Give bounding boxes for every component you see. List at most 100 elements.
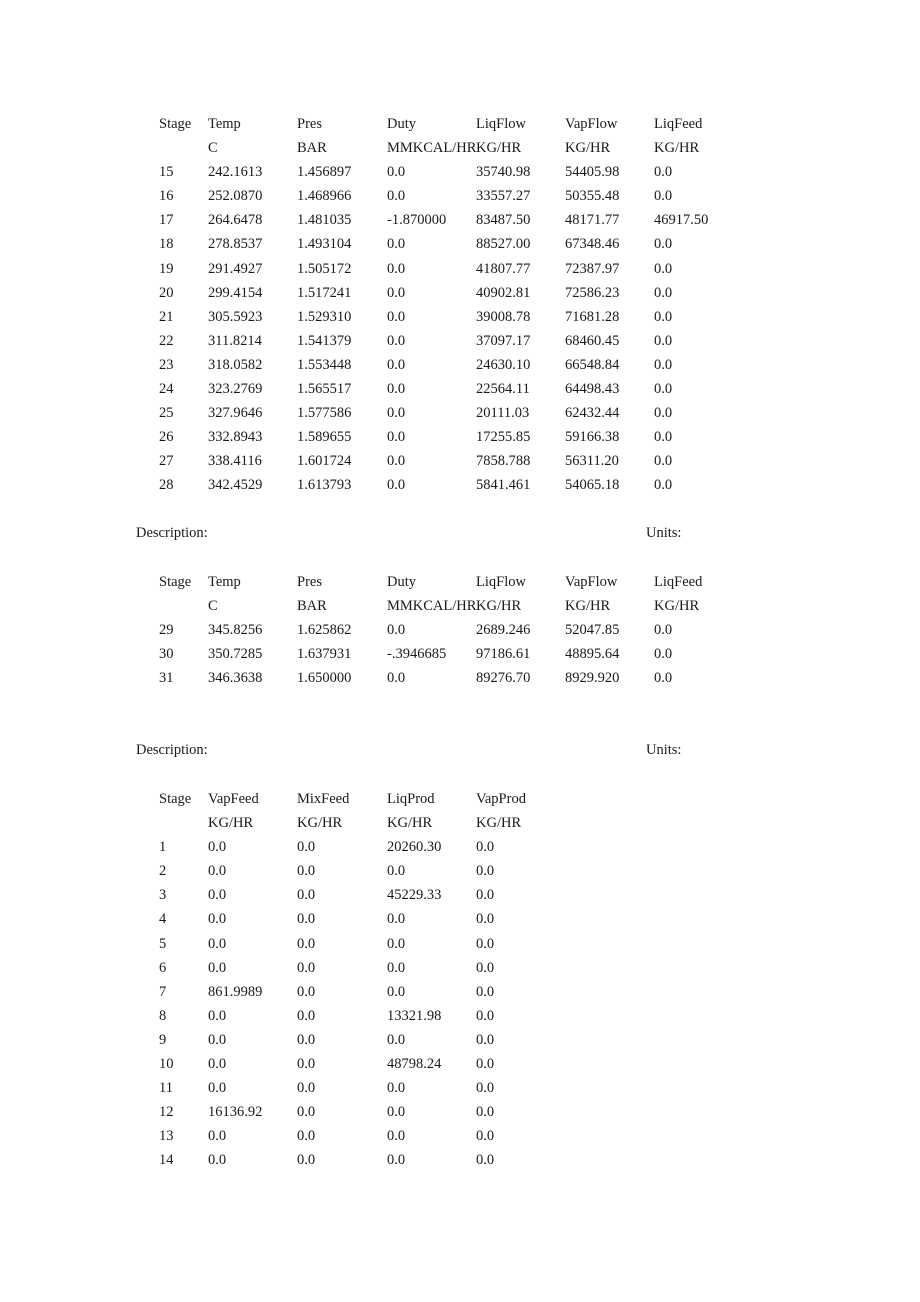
cell-stage: 8 xyxy=(159,1007,167,1024)
cell-duty: Duty xyxy=(387,574,416,590)
cell-temp: C xyxy=(208,598,218,615)
cell-vapflow: 66548.84 xyxy=(565,356,620,373)
cell-duty: 0.0 xyxy=(387,670,406,687)
cell-liqfeed: 0.0 xyxy=(654,453,673,470)
cell-vapfeed: VapFeed xyxy=(208,791,259,807)
cell-liqflow: 40902.81 xyxy=(476,284,531,301)
cell-mixfeed: 0.0 xyxy=(297,839,316,856)
cell-mixfeed: 0.0 xyxy=(297,1056,316,1073)
cell-temp: 332.8943 xyxy=(208,429,263,446)
cell-liqfeed: 46917.50 xyxy=(654,212,709,229)
cell-pres: BAR xyxy=(297,598,327,615)
cell-duty: 0.0 xyxy=(387,164,406,181)
cell-duty: 0.0 xyxy=(387,622,406,639)
cell-liqfeed: 0.0 xyxy=(654,477,673,494)
cell-mixfeed: MixFeed xyxy=(297,791,350,807)
cell-liqprod: 0.0 xyxy=(387,1031,406,1048)
cell-duty: MMKCAL/HR xyxy=(387,140,477,157)
cell-duty: Duty xyxy=(387,116,416,132)
cell-temp: 305.5923 xyxy=(208,308,263,325)
cell-mixfeed: 0.0 xyxy=(297,1007,316,1024)
cell-stage: 28 xyxy=(159,477,174,494)
cell-vapprod: 0.0 xyxy=(476,935,495,952)
cell-liqprod: 20260.30 xyxy=(387,839,442,856)
cell-pres: 1.493104 xyxy=(297,236,352,253)
cell-duty: 0.0 xyxy=(387,188,406,205)
cell-pres: 1.589655 xyxy=(297,429,352,446)
cell-temp: 323.2769 xyxy=(208,381,263,398)
cell-pres: 1.577586 xyxy=(297,405,352,422)
cell-liqflow: 83487.50 xyxy=(476,212,531,229)
cell-duty: -1.870000 xyxy=(387,212,447,229)
cell-liqprod: 13321.98 xyxy=(387,1007,442,1024)
cell-vapfeed: 0.0 xyxy=(208,1056,227,1073)
cell-temp: 345.8256 xyxy=(208,622,263,639)
cell-stage: 5 xyxy=(159,935,167,952)
cell-mixfeed: 0.0 xyxy=(297,863,316,880)
cell-liqflow: 89276.70 xyxy=(476,670,531,687)
cell-vapfeed: 16136.92 xyxy=(208,1104,263,1121)
cell-stage: 15 xyxy=(159,164,174,181)
cell-vapfeed: 0.0 xyxy=(208,1007,227,1024)
cell-liqflow: 37097.17 xyxy=(476,332,531,349)
cell-vapprod: 0.0 xyxy=(476,1104,495,1121)
cell-liqfeed: 0.0 xyxy=(654,332,673,349)
cell-vapfeed: 0.0 xyxy=(208,887,227,904)
cell-stage: 29 xyxy=(159,622,174,639)
cell-vapprod: VapProd xyxy=(476,791,526,807)
cell-vapflow: VapFlow xyxy=(565,116,618,132)
cell-vapfeed: 0.0 xyxy=(208,935,227,952)
cell-temp: 350.7285 xyxy=(208,646,263,663)
cell-temp: C xyxy=(208,140,218,157)
cell-vapflow: 72586.23 xyxy=(565,284,620,301)
cell-temp: 311.8214 xyxy=(208,332,262,349)
cell-vapflow: 48895.64 xyxy=(565,646,620,663)
cell-liqfeed: 0.0 xyxy=(654,622,673,639)
cell-duty: -.3946685 xyxy=(387,646,447,663)
cell-pres: 1.529310 xyxy=(297,308,352,325)
cell-liqfeed: 0.0 xyxy=(654,188,673,205)
cell-liqfeed: 0.0 xyxy=(654,646,673,663)
cell-stage: 16 xyxy=(159,188,174,205)
cell-liqflow: 5841.461 xyxy=(476,477,531,494)
cell-liqprod: 0.0 xyxy=(387,959,406,976)
cell-liqfeed: 0.0 xyxy=(654,260,673,277)
cell-stage: 14 xyxy=(159,1152,174,1169)
cell-duty: 0.0 xyxy=(387,260,406,277)
cell-vapflow: 64498.43 xyxy=(565,381,620,398)
cell-duty: MMKCAL/HR xyxy=(387,598,477,615)
cell-stage: 3 xyxy=(159,887,167,904)
cell-liqfeed: 0.0 xyxy=(654,164,673,181)
cell-liqfeed: 0.0 xyxy=(654,405,673,422)
cell-liqfeed: KG/HR xyxy=(654,598,700,615)
cell-liqflow: 2689.246 xyxy=(476,622,531,639)
cell-liqprod: 0.0 xyxy=(387,863,406,880)
cell-vapprod: 0.0 xyxy=(476,1056,495,1073)
cell-duty: 0.0 xyxy=(387,332,406,349)
cell-duty: 0.0 xyxy=(387,236,406,253)
cell-vapflow: 8929.920 xyxy=(565,670,620,687)
cell-pres: 1.481035 xyxy=(297,212,352,229)
cell-liqflow: KG/HR xyxy=(476,140,522,157)
cell-stage: 11 xyxy=(159,1080,173,1097)
cell-liqflow: 88527.00 xyxy=(476,236,531,253)
cell-stage: 6 xyxy=(159,959,167,976)
cell-vapfeed: 0.0 xyxy=(208,1080,227,1097)
cell-liqflow: 35740.98 xyxy=(476,164,531,181)
units-label: Units: xyxy=(646,742,682,758)
cell-vapflow: KG/HR xyxy=(565,598,611,615)
cell-temp: 327.9646 xyxy=(208,405,263,422)
cell-vapprod: 0.0 xyxy=(476,1007,495,1024)
cell-duty: 0.0 xyxy=(387,429,406,446)
cell-liqfeed: 0.0 xyxy=(654,236,673,253)
cell-liqfeed: 0.0 xyxy=(654,308,673,325)
cell-vapflow: VapFlow xyxy=(565,574,618,590)
cell-temp: 291.4927 xyxy=(208,260,263,277)
cell-liqprod: 0.0 xyxy=(387,1152,406,1169)
cell-liqfeed: 0.0 xyxy=(654,356,673,373)
cell-liqprod: 45229.33 xyxy=(387,887,442,904)
cell-duty: 0.0 xyxy=(387,284,406,301)
cell-temp: 299.4154 xyxy=(208,284,263,301)
cell-vapflow: 54065.18 xyxy=(565,477,620,494)
cell-liqflow: KG/HR xyxy=(476,598,522,615)
